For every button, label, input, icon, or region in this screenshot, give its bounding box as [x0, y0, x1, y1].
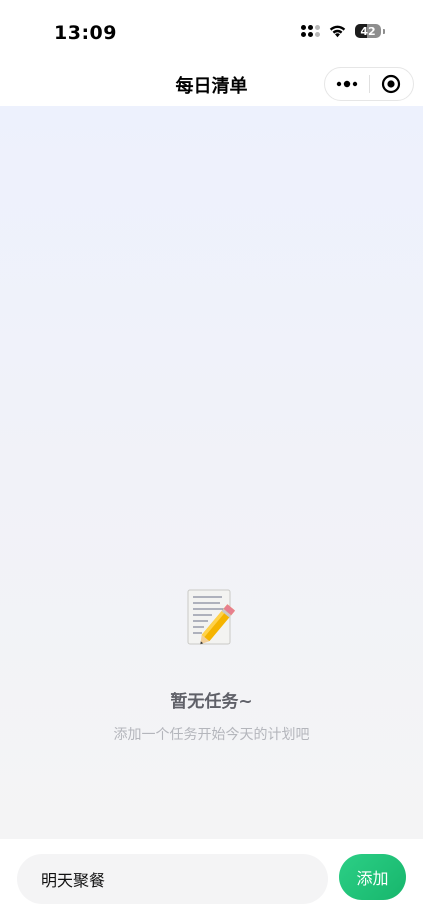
more-button[interactable]: [325, 68, 369, 100]
more-dots-icon: [336, 80, 357, 88]
task-list-area: 暂无任务~ 添加一个任务开始今天的计划吧: [0, 106, 423, 839]
status-bar: 13:09 42: [0, 0, 423, 62]
battery-indicator: 42: [355, 24, 381, 38]
memo-pencil-icon: [187, 589, 236, 645]
composer-bar: 添加: [0, 839, 423, 920]
status-time: 13:09: [54, 22, 117, 44]
target-circle-icon: [382, 74, 401, 94]
wifi-icon: [329, 25, 346, 38]
empty-state-hint: 添加一个任务开始今天的计划吧: [113, 727, 310, 743]
task-input[interactable]: [17, 854, 328, 904]
mini-program-capsule: [324, 67, 414, 101]
close-button[interactable]: [370, 68, 414, 100]
add-button[interactable]: 添加: [339, 854, 406, 900]
status-icons: 42: [301, 24, 385, 38]
empty-state-title: 暂无任务~: [170, 692, 253, 712]
battery-level: 42: [360, 24, 376, 38]
battery-cap: [383, 28, 385, 34]
nav-bar: 每日清单: [0, 62, 423, 106]
cellular-signal-icon: [301, 25, 320, 37]
